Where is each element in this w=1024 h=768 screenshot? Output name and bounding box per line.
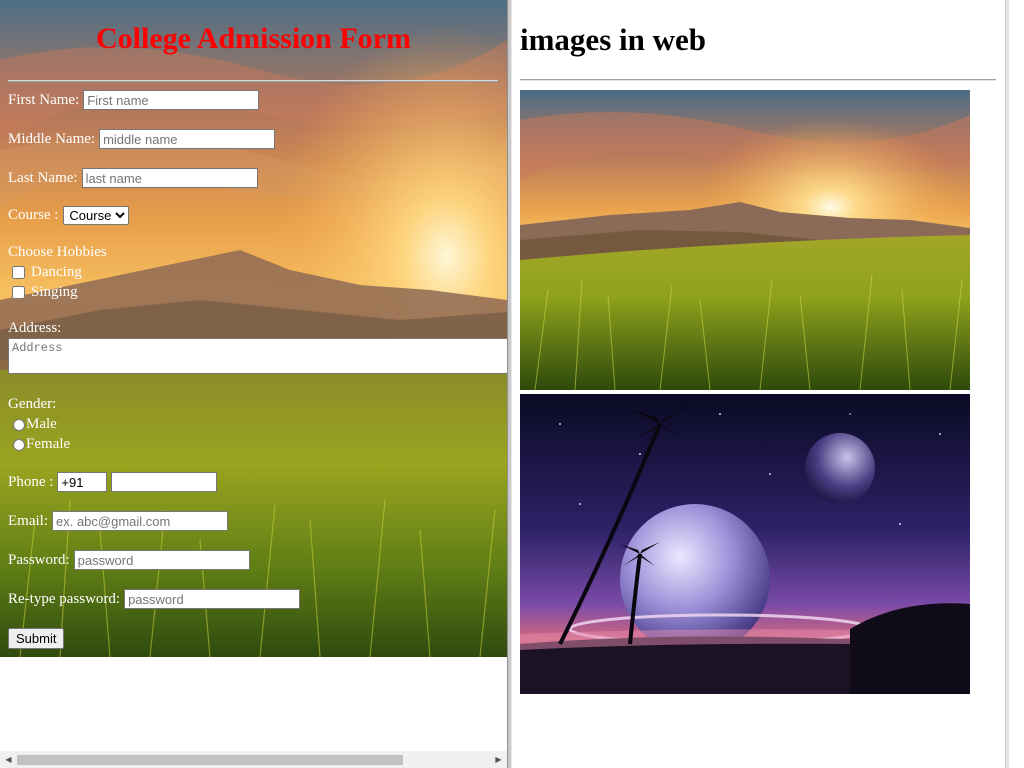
- gender-male-row: Male: [8, 416, 57, 433]
- space-palm-planet-image: [520, 394, 970, 694]
- email-row: Email:: [8, 511, 228, 531]
- middle-name-input[interactable]: [99, 129, 276, 149]
- address-label: Address:: [8, 320, 62, 336]
- gender-label-row: Gender:: [8, 396, 56, 413]
- password-input[interactable]: [73, 550, 250, 570]
- submit-row: Submit: [8, 628, 65, 649]
- dancing-checkbox[interactable]: [12, 266, 25, 279]
- last-name-row: Last Name:: [8, 168, 258, 188]
- horizontal-scrollbar[interactable]: ◀ ▶: [0, 751, 507, 768]
- form-divider: [8, 80, 498, 82]
- images-frame: images in web: [512, 0, 1005, 768]
- course-select[interactable]: Course: [63, 206, 130, 225]
- male-label: Male: [26, 416, 57, 432]
- first-name-input[interactable]: [83, 90, 260, 110]
- address-label-row: Address:: [8, 320, 61, 337]
- images-title: images in web: [520, 22, 706, 57]
- phone-row: Phone :: [8, 472, 218, 492]
- retype-password-label: Re-type password:: [8, 590, 121, 607]
- course-row: Course : Course: [8, 206, 130, 225]
- first-name-label: First Name:: [8, 91, 80, 108]
- mountain-sunset-image: [520, 90, 970, 390]
- scroll-right-icon[interactable]: ▶: [490, 751, 507, 768]
- form-frame: College Admission Form First Name: Middl…: [0, 0, 507, 768]
- middle-name-label: Middle Name:: [8, 130, 96, 147]
- scroll-left-icon[interactable]: ◀: [0, 751, 17, 768]
- hobbies-heading-row: Choose Hobbies: [8, 244, 107, 261]
- singing-label: Singing: [31, 284, 78, 300]
- country-code-input[interactable]: [57, 472, 108, 492]
- admission-form: College Admission Form First Name: Middl…: [0, 0, 507, 657]
- phone-label: Phone :: [8, 473, 54, 490]
- gender-female-row: Female: [8, 436, 70, 453]
- address-textarea[interactable]: [8, 338, 507, 374]
- window-edge-shadow: [1006, 0, 1009, 768]
- scrollbar-thumb[interactable]: [17, 755, 403, 765]
- password-row: Password:: [8, 550, 250, 570]
- form-title: College Admission Form: [96, 22, 411, 55]
- male-radio[interactable]: [13, 418, 25, 431]
- submit-button[interactable]: Submit: [8, 628, 65, 649]
- email-label: Email:: [8, 512, 48, 529]
- female-radio[interactable]: [13, 438, 25, 451]
- dancing-label: Dancing: [31, 264, 82, 280]
- retype-password-input[interactable]: [124, 589, 301, 609]
- password-label: Password:: [8, 551, 70, 568]
- retype-password-row: Re-type password:: [8, 589, 301, 609]
- female-label: Female: [26, 436, 71, 452]
- hobby-row-dancing: Dancing: [8, 264, 82, 281]
- images-divider: [520, 79, 996, 81]
- last-name-input[interactable]: [81, 168, 258, 188]
- hobby-row-singing: Singing: [8, 284, 78, 301]
- hobbies-label: Choose Hobbies: [8, 244, 107, 260]
- singing-checkbox[interactable]: [12, 286, 25, 299]
- email-input[interactable]: [52, 511, 228, 531]
- phone-number-input[interactable]: [111, 472, 218, 492]
- course-label: Course :: [8, 207, 59, 223]
- gender-label: Gender:: [8, 396, 57, 412]
- middle-name-row: Middle Name:: [8, 129, 276, 149]
- last-name-label: Last Name:: [8, 169, 78, 186]
- first-name-row: First Name:: [8, 90, 260, 110]
